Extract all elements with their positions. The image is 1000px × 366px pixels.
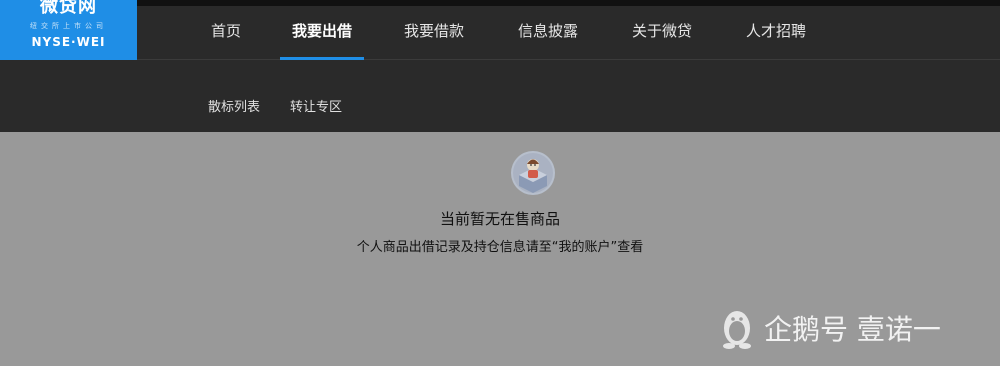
- sub-nav-bar: 散标列表 转让专区: [0, 60, 1000, 132]
- logo-english: NYSE·WEI: [31, 35, 106, 49]
- main-nav: 首页 我要出借 我要借款 信息披露 关于微贷 人才招聘: [186, 0, 816, 60]
- top-nav-bar: 微贷网 纽交所上市公司 NYSE·WEI 首页 我要出借 我要借款 信息披露 关…: [0, 0, 1000, 60]
- nav-item-home[interactable]: 首页: [186, 0, 266, 60]
- nav-item-lend[interactable]: 我要出借: [280, 0, 364, 60]
- logo-subtitle: 纽交所上市公司: [30, 22, 107, 30]
- logo-name: 微贷网: [40, 0, 97, 17]
- subnav-item-loan-list[interactable]: 散标列表: [208, 96, 260, 115]
- empty-box-icon: [511, 151, 555, 195]
- empty-state-description: 个人商品出借记录及持仓信息请至“我的账户”查看: [356, 240, 644, 255]
- nav-item-disclosure[interactable]: 信息披露: [508, 0, 588, 60]
- nav-item-careers[interactable]: 人才招聘: [736, 0, 816, 60]
- empty-state-title: 当前暂无在售商品: [439, 210, 560, 228]
- subnav-item-transfer-zone[interactable]: 转让专区: [290, 96, 342, 115]
- nav-item-about[interactable]: 关于微贷: [622, 0, 702, 60]
- site-logo[interactable]: 微贷网 纽交所上市公司 NYSE·WEI: [0, 0, 137, 60]
- nav-item-borrow[interactable]: 我要借款: [394, 0, 474, 60]
- watermark-text: 企鹅号 壹诺一: [764, 313, 941, 346]
- penguin-icon: [723, 311, 751, 349]
- watermark: 企鹅号 壹诺一: [718, 306, 941, 350]
